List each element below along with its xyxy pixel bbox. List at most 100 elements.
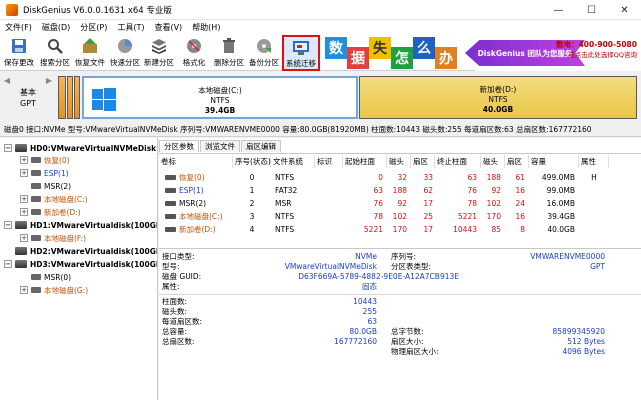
detail-label: 每道扇区数:	[162, 317, 203, 326]
collapse-icon[interactable]: −	[4, 221, 12, 229]
format-button[interactable]: 格式化	[177, 35, 211, 71]
detail-label: 属性:	[162, 282, 180, 291]
detail-label: 分区表类型:	[391, 262, 432, 271]
table-header[interactable]: 磁头	[481, 155, 505, 168]
table-header[interactable]: 标识	[315, 155, 343, 168]
collapse-icon[interactable]: −	[4, 260, 12, 268]
partition-block-msr[interactable]	[74, 76, 80, 119]
table-header[interactable]: 序号(状态)	[233, 155, 271, 168]
maximize-button[interactable]: ☐	[575, 0, 608, 20]
menu-view[interactable]: 查看(V)	[149, 22, 187, 33]
disk-info-line: 磁盘0 接口:NVMe 型号:VMwareVirtualNVMeDisk 序列号…	[0, 123, 641, 137]
expand-icon[interactable]: +	[20, 208, 28, 216]
detail-value: 85899345920	[552, 327, 606, 336]
minimize-button[interactable]: —	[542, 0, 575, 20]
table-header[interactable]: 起始柱面	[343, 155, 387, 168]
new-partition-button[interactable]: 新建分区	[142, 35, 176, 71]
tree-disk-hd3[interactable]: − HD3:VMwareVirtualdisk(100GB	[4, 258, 157, 270]
window-title: DiskGenius V6.0.0.1631 x64 专业版	[23, 5, 172, 16]
table-header[interactable]: 扇区	[505, 155, 529, 168]
disk-type-label: 基本 GPT	[20, 88, 36, 108]
tab-partition-params[interactable]: 分区参数	[159, 140, 199, 152]
expand-icon[interactable]: +	[20, 156, 28, 164]
partition-icon	[165, 188, 176, 193]
tree-partition-d[interactable]: + 新加卷(D:)	[20, 206, 81, 218]
partition-icon	[165, 201, 176, 206]
table-header[interactable]: 卷标	[159, 155, 233, 168]
table-header[interactable]: 扇区	[411, 155, 435, 168]
partition-icon	[31, 235, 41, 241]
close-button[interactable]: ✕	[608, 0, 641, 20]
detail-label: 序列号:	[391, 252, 417, 261]
title-bar: DiskGenius V6.0.0.1631 x64 专业版 — ☐ ✕	[0, 0, 641, 20]
tab-browse-files[interactable]: 浏览文件	[200, 140, 240, 152]
partition-block-c[interactable]: 本地磁盘(C:) NTFS 39.4GB	[82, 76, 358, 119]
detail-label: 总容量:	[162, 327, 188, 336]
expand-icon[interactable]: +	[20, 169, 28, 177]
table-header[interactable]: 终止柱面	[435, 155, 481, 168]
menu-file[interactable]: 文件(F)	[0, 22, 37, 33]
detail-value: VMwareVirtualNVMeDisk	[284, 262, 377, 271]
next-disk-arrow-icon[interactable]: ▶	[44, 73, 54, 87]
banner-tile: 办	[435, 47, 457, 69]
table-header[interactable]: 文件系统	[271, 155, 315, 168]
recover-files-button[interactable]: 恢复文件	[73, 35, 107, 71]
tree-partition-recovery[interactable]: + 恢复(0)	[20, 154, 70, 166]
banner-tile: 失	[369, 37, 391, 59]
collapse-icon[interactable]: −	[4, 144, 12, 152]
table-header[interactable]: 磁头	[387, 155, 411, 168]
table-header[interactable]: 属性	[579, 155, 609, 168]
search-partition-button[interactable]: 搜索分区	[38, 35, 72, 71]
detail-value: 4096 Bytes	[562, 347, 605, 356]
partition-table: 卷标 序号(状态) 文件系统 标识 起始柱面 磁头 扇区 终止柱面 磁头 扇区 …	[159, 153, 641, 247]
banner-tile: 据	[347, 47, 369, 69]
menu-disk[interactable]: 磁盘(D)	[37, 22, 75, 33]
disk-map: ◀ ▶ 基本 GPT 本地磁盘(C:) NTFS 39.4GB 新加卷(D:) …	[0, 71, 641, 123]
partition-block-d[interactable]: 新加卷(D:) NTFS 40.0GB	[359, 76, 637, 119]
format-icon	[185, 37, 203, 55]
tree-partition-esp[interactable]: + ESP(1)	[20, 167, 69, 179]
partition-icon	[31, 157, 41, 163]
partition-icon	[31, 170, 41, 176]
detail-value: 167772160	[334, 337, 377, 346]
table-header[interactable]: 容量	[529, 155, 579, 168]
table-row[interactable]: 新加卷(D:) 4 NTFS 5221 170 17 10443 85 8 40…	[159, 223, 641, 236]
detail-value: D63F669A-5789-4882-9E0E-A12A7CB913E	[298, 272, 459, 281]
partition-icon	[165, 175, 176, 180]
tree-partition-msr0[interactable]: MSR(0)	[31, 271, 71, 283]
tree-disk-hd2[interactable]: HD2:VMwareVirtualdisk(100GB	[15, 245, 157, 257]
detail-label: 总扇区数:	[162, 337, 195, 346]
tree-disk-hd1[interactable]: − HD1:VMwareVirtualdisk(100GB	[4, 219, 157, 231]
expand-icon[interactable]: +	[20, 234, 28, 242]
quick-partition-button[interactable]: 快速分区	[108, 35, 142, 71]
partition-block-recovery[interactable]	[58, 76, 66, 119]
detail-panel: 分区参数 浏览文件 扇区编辑 卷标 序号(状态) 文件系统 标识 起始柱面 磁头…	[159, 138, 641, 400]
menu-partition[interactable]: 分区(P)	[75, 22, 112, 33]
table-row[interactable]: 恢复(0) 0 NTFS 0 32 33 63 188 61 499.0MB H	[159, 171, 641, 184]
tree-partition-c[interactable]: + 本地磁盘(C:)	[20, 193, 88, 205]
partition-block-esp[interactable]	[67, 76, 73, 119]
system-migration-button[interactable]: 系统迁移	[282, 35, 320, 71]
disk-tree: − HD0:VMwareVirtualNVMeDisk + 恢复(0) + ES…	[0, 138, 158, 400]
tree-partition-g[interactable]: + 本地磁盘(G:)	[20, 284, 88, 296]
save-changes-button[interactable]: 保存更改	[2, 35, 36, 71]
expand-icon[interactable]: +	[20, 195, 28, 203]
backup-partition-button[interactable]: 备份分区	[247, 35, 281, 71]
expand-icon[interactable]: +	[20, 286, 28, 294]
table-row[interactable]: ESP(1) 1 FAT32 63 188 62 76 92 16 99.0MB	[159, 184, 641, 197]
banner-tile: 怎	[391, 47, 413, 69]
disk-icon	[15, 144, 27, 152]
detail-label: 磁盘 GUID:	[162, 272, 202, 281]
delete-icon	[220, 37, 238, 55]
promo-banner[interactable]: 数 据 失 怎 么 办 DiskGenius 团队为您服务 数电：400-900…	[325, 35, 641, 71]
menu-tools[interactable]: 工具(T)	[112, 22, 149, 33]
tree-disk-hd0[interactable]: − HD0:VMwareVirtualNVMeDisk	[4, 142, 156, 154]
tree-partition-f[interactable]: + 本地磁盘(F:)	[20, 232, 86, 244]
tree-partition-msr[interactable]: MSR(2)	[31, 180, 71, 192]
delete-partition-button[interactable]: 删除分区	[212, 35, 246, 71]
prev-disk-arrow-icon[interactable]: ◀	[2, 73, 12, 87]
tab-sector-edit[interactable]: 扇区编辑	[241, 140, 281, 152]
table-row[interactable]: MSR(2) 2 MSR 76 92 17 78 102 24 16.0MB	[159, 197, 641, 210]
menu-help[interactable]: 帮助(H)	[187, 22, 225, 33]
table-row[interactable]: 本地磁盘(C:) 3 NTFS 78 102 25 5221 170 16 39…	[159, 210, 641, 223]
